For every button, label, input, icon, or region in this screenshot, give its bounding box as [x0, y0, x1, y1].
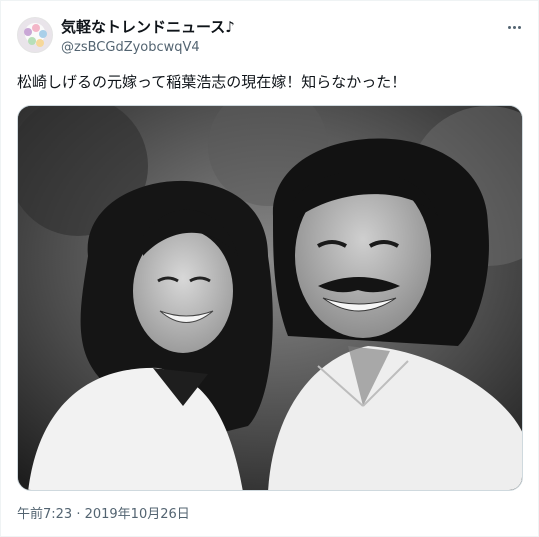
- tweet-photo[interactable]: [17, 105, 523, 491]
- tweet-text: 松崎しげるの元嫁って稲葉浩志の現在嫁！知らなかった！: [17, 73, 407, 91]
- tweet-timestamp[interactable]: 午前7:23 · 2019年10月26日: [17, 506, 190, 524]
- avatar-ball-green: [28, 37, 36, 45]
- user-handle[interactable]: @zsBCGdZyobcwqV4: [61, 39, 200, 57]
- avatar-ball-blue: [39, 30, 47, 38]
- tweet-card: 気軽なトレンドニュース♪ @zsBCGdZyobcwqV4 松崎しげるの元嫁って…: [0, 0, 539, 537]
- photo-image: [18, 106, 522, 490]
- avatar-ball-yellow: [36, 39, 44, 47]
- display-name[interactable]: 気軽なトレンドニュース♪: [61, 17, 235, 37]
- avatar-ball-purple: [24, 28, 32, 36]
- more-options-icon[interactable]: [504, 17, 524, 37]
- avatar[interactable]: [17, 17, 53, 53]
